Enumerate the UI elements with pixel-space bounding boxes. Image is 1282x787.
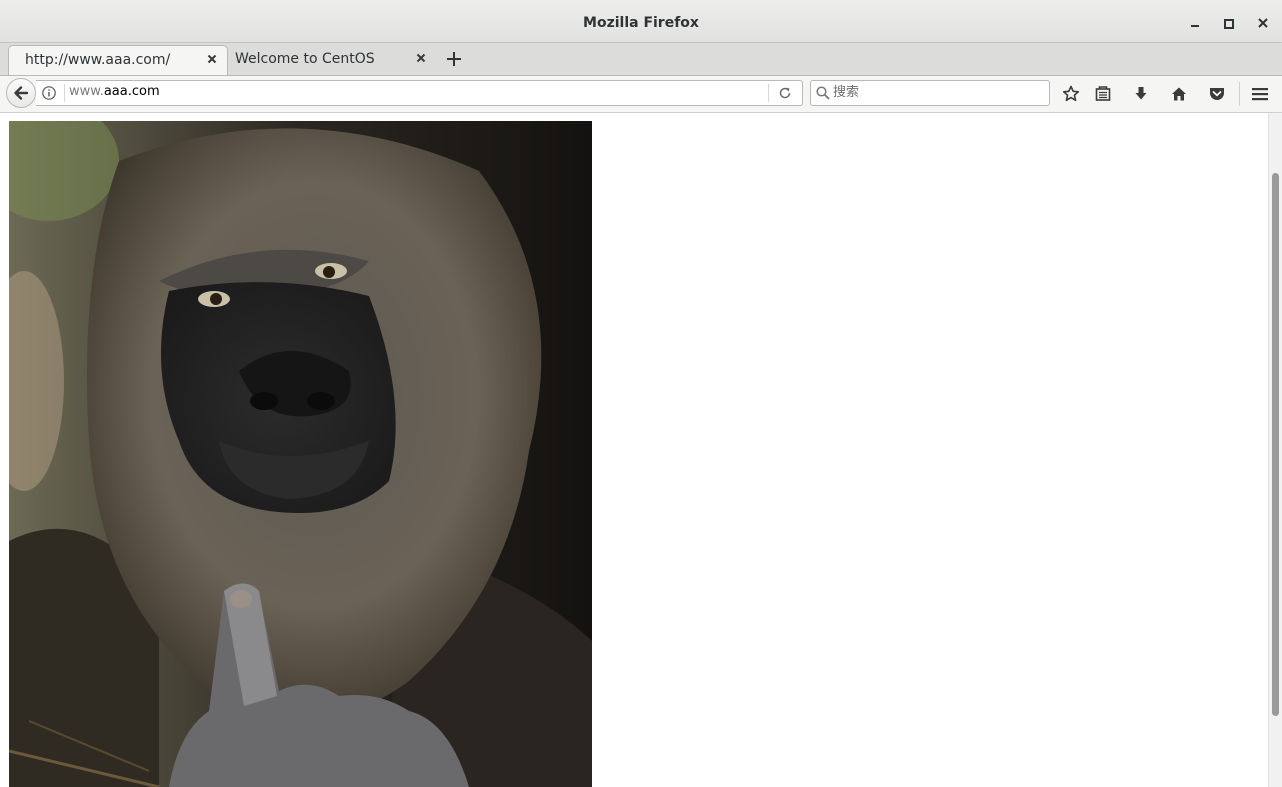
page-content bbox=[0, 113, 1268, 787]
search-icon bbox=[815, 85, 831, 101]
hamburger-menu-icon bbox=[1252, 88, 1268, 101]
star-icon bbox=[1062, 85, 1080, 102]
url-bar[interactable]: www.aaa.com bbox=[36, 80, 803, 106]
browser-window: Mozilla Firefox http://www.aaa.com/ Welc… bbox=[0, 0, 1282, 787]
tab-close-button[interactable] bbox=[205, 52, 219, 66]
close-icon bbox=[416, 53, 426, 63]
close-window-button[interactable] bbox=[1254, 14, 1272, 32]
home-button[interactable] bbox=[1169, 84, 1189, 104]
info-icon[interactable] bbox=[41, 85, 57, 101]
toolbar-separator bbox=[1239, 82, 1240, 106]
maximize-button[interactable] bbox=[1220, 14, 1238, 32]
plus-icon bbox=[447, 52, 461, 66]
title-bar[interactable]: Mozilla Firefox bbox=[0, 0, 1282, 43]
home-icon bbox=[1172, 87, 1186, 101]
search-bar[interactable] bbox=[810, 80, 1050, 106]
gorilla-photo bbox=[9, 121, 592, 787]
tab-strip: http://www.aaa.com/ Welcome to CentOS bbox=[0, 43, 1282, 76]
url-text[interactable]: www.aaa.com bbox=[69, 84, 160, 99]
minimize-button[interactable] bbox=[1186, 14, 1204, 32]
page-scrollbar[interactable] bbox=[1268, 113, 1282, 787]
back-icon bbox=[14, 86, 29, 100]
tab-close-button[interactable] bbox=[414, 51, 428, 65]
navigation-bar: www.aaa.com bbox=[0, 76, 1282, 113]
new-tab-button[interactable] bbox=[443, 48, 465, 70]
open-menu-button[interactable] bbox=[1250, 84, 1270, 104]
url-prefix: www. bbox=[69, 84, 104, 99]
search-input[interactable] bbox=[833, 83, 1043, 101]
reload-icon[interactable] bbox=[777, 85, 793, 101]
tab-centos[interactable]: Welcome to CentOS bbox=[227, 45, 435, 74]
pocket-button[interactable] bbox=[1207, 84, 1227, 104]
url-separator bbox=[64, 84, 65, 102]
library-icon bbox=[1095, 86, 1111, 101]
reload-separator bbox=[768, 84, 769, 102]
downloads-button[interactable] bbox=[1131, 84, 1151, 104]
bookmarks-list-button[interactable] bbox=[1093, 84, 1113, 104]
url-host: aaa.com bbox=[103, 84, 160, 99]
pocket-icon bbox=[1210, 88, 1224, 100]
close-icon bbox=[207, 54, 217, 64]
window-title: Mozilla Firefox bbox=[583, 15, 699, 31]
tab-label: http://www.aaa.com/ bbox=[25, 52, 171, 68]
tab-label: Welcome to CentOS bbox=[235, 51, 375, 67]
download-icon bbox=[1135, 87, 1147, 100]
bookmark-star-button[interactable] bbox=[1061, 84, 1081, 104]
close-icon bbox=[1258, 18, 1268, 28]
scrollbar-thumb[interactable] bbox=[1272, 173, 1279, 716]
tab-aaa[interactable]: http://www.aaa.com/ bbox=[8, 45, 228, 75]
back-button[interactable] bbox=[6, 78, 36, 108]
